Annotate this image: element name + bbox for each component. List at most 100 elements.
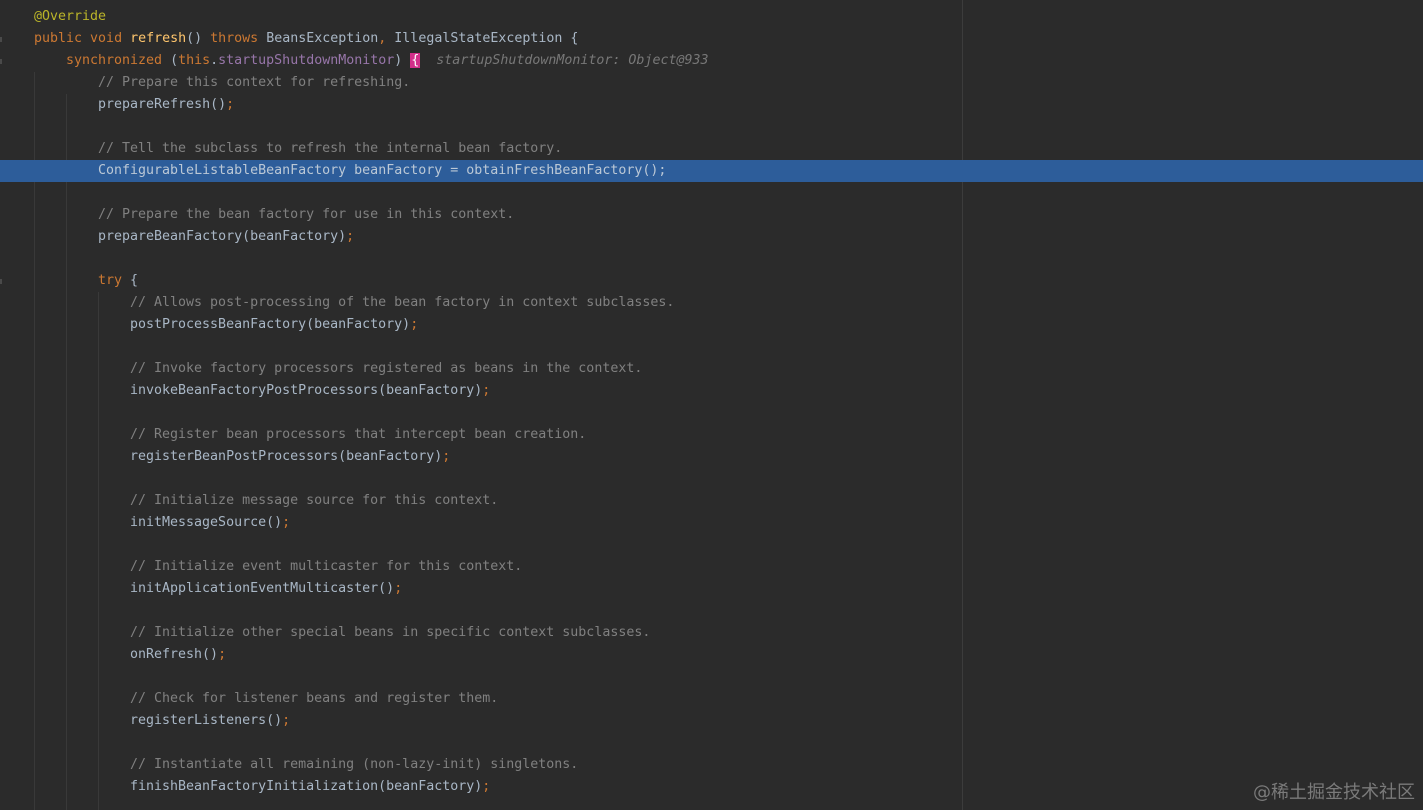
code-token: (	[170, 53, 179, 68]
code-text: try {	[98, 270, 138, 292]
code-token: try	[98, 273, 131, 288]
code-line[interactable]: // Initialize message source for this co…	[0, 490, 1423, 512]
code-token: synchronized	[66, 53, 171, 68]
code-token: .	[210, 53, 219, 68]
code-text: // Prepare this context for refreshing.	[98, 72, 410, 94]
code-token: ;	[282, 713, 291, 728]
code-token: // Prepare the bean factory for use in t…	[98, 207, 515, 222]
code-token: )	[394, 53, 411, 68]
code-line[interactable]: prepareRefresh();	[0, 94, 1423, 116]
code-text: initMessageSource();	[130, 512, 290, 534]
code-token: ;	[394, 581, 403, 596]
code-token: IllegalStateException {	[394, 31, 579, 46]
code-token: onRefresh()	[130, 647, 219, 662]
code-editor[interactable]: @Override public void refresh() throws Be…	[0, 0, 1423, 810]
code-token: this	[178, 53, 211, 68]
code-line[interactable]: // Tell the subclass to refresh the inte…	[0, 138, 1423, 160]
code-line[interactable]	[0, 468, 1423, 490]
code-text: @Override	[34, 6, 106, 28]
code-text: // Instantiate all remaining (non-lazy-i…	[130, 754, 578, 776]
code-token: // Tell the subclass to refresh the inte…	[98, 141, 563, 156]
code-text: // Initialize other special beans in spe…	[130, 622, 650, 644]
code-line[interactable]: registerBeanPostProcessors(beanFactory);	[0, 446, 1423, 468]
code-token: prepareRefresh()	[98, 97, 227, 112]
code-line[interactable]	[0, 534, 1423, 556]
code-text: registerListeners();	[130, 710, 290, 732]
code-text: initApplicationEventMulticaster();	[130, 578, 402, 600]
code-token: refresh	[130, 31, 187, 46]
code-line[interactable]: initMessageSource();	[0, 512, 1423, 534]
code-token: ;	[482, 779, 491, 794]
code-text: // Prepare the bean factory for use in t…	[98, 204, 514, 226]
code-token: ;	[410, 317, 419, 332]
code-text: // Initialize event multicaster for this…	[130, 556, 522, 578]
code-line[interactable]: registerListeners();	[0, 710, 1423, 732]
code-token: // Prepare this context for refreshing.	[98, 75, 411, 90]
code-line[interactable]: // Initialize event multicaster for this…	[0, 556, 1423, 578]
code-line[interactable]: // Initialize other special beans in spe…	[0, 622, 1423, 644]
code-line[interactable]	[0, 402, 1423, 424]
code-line[interactable]	[0, 116, 1423, 138]
code-token: // Instantiate all remaining (non-lazy-i…	[130, 757, 579, 772]
code-line-current-execution[interactable]: ConfigurableListableBeanFactory beanFact…	[0, 160, 1423, 182]
code-line[interactable]: // Allows post-processing of the bean fa…	[0, 292, 1423, 314]
code-token: postProcessBeanFactory(beanFactory)	[130, 317, 411, 332]
code-token: throws	[210, 31, 267, 46]
code-line[interactable]: // Check for listener beans and register…	[0, 688, 1423, 710]
code-line[interactable]: initApplicationEventMulticaster();	[0, 578, 1423, 600]
code-token: BeansException	[266, 31, 379, 46]
code-line[interactable]	[0, 248, 1423, 270]
code-text: public void refresh() throws BeansExcept…	[34, 28, 578, 50]
code-token: startupShutdownMonitor	[218, 53, 395, 68]
code-line[interactable]: // Prepare the bean factory for use in t…	[0, 204, 1423, 226]
code-text: // Initialize message source for this co…	[130, 490, 498, 512]
code-token: ,	[378, 31, 395, 46]
code-token: ;	[226, 97, 235, 112]
code-line[interactable]: synchronized (this.startupShutdownMonito…	[0, 50, 1423, 72]
code-line[interactable]	[0, 666, 1423, 688]
code-token: @Override	[34, 9, 107, 24]
code-line[interactable]	[0, 732, 1423, 754]
code-text: invokeBeanFactoryPostProcessors(beanFact…	[130, 380, 490, 402]
code-token: finishBeanFactoryInitialization(beanFact…	[130, 779, 483, 794]
code-token: ;	[282, 515, 291, 530]
watermark: @稀土掘金技术社区	[1253, 782, 1415, 803]
code-line[interactable]: // Register bean processors that interce…	[0, 424, 1423, 446]
code-token: ;	[482, 383, 491, 398]
code-text: prepareRefresh();	[98, 94, 234, 116]
code-line[interactable]	[0, 336, 1423, 358]
code-line[interactable]: prepareBeanFactory(beanFactory);	[0, 226, 1423, 248]
code-token: ConfigurableListableBeanFactory beanFact…	[98, 163, 659, 178]
code-token: registerBeanPostProcessors(beanFactory)	[130, 449, 443, 464]
code-line[interactable]: postProcessBeanFactory(beanFactory);	[0, 314, 1423, 336]
code-token: // Initialize other special beans in spe…	[130, 625, 651, 640]
code-token: ()	[186, 31, 211, 46]
code-text: // Tell the subclass to refresh the inte…	[98, 138, 562, 160]
code-token: invokeBeanFactoryPostProcessors(beanFact…	[130, 383, 483, 398]
code-line[interactable]: try {	[0, 270, 1423, 292]
code-text: // Check for listener beans and register…	[130, 688, 498, 710]
code-token: ;	[218, 647, 227, 662]
code-line[interactable]: // Prepare this context for refreshing.	[0, 72, 1423, 94]
code-line[interactable]	[0, 182, 1423, 204]
code-token: initApplicationEventMulticaster()	[130, 581, 395, 596]
code-token: // Register bean processors that interce…	[130, 427, 587, 442]
code-token: // Initialize message source for this co…	[130, 493, 499, 508]
code-token: ;	[346, 229, 355, 244]
code-text: synchronized (this.startupShutdownMonito…	[66, 50, 708, 72]
code-line[interactable]: public void refresh() throws BeansExcept…	[0, 28, 1423, 50]
code-line[interactable]: invokeBeanFactoryPostProcessors(beanFact…	[0, 380, 1423, 402]
code-token: initMessageSource()	[130, 515, 283, 530]
code-token: public	[34, 31, 91, 46]
code-text: postProcessBeanFactory(beanFactory);	[130, 314, 418, 336]
code-line[interactable]	[0, 600, 1423, 622]
code-line[interactable]: @Override	[0, 6, 1423, 28]
code-token: // Invoke factory processors registered …	[130, 361, 643, 376]
code-line[interactable]: // Instantiate all remaining (non-lazy-i…	[0, 754, 1423, 776]
code-line[interactable]: // Invoke factory processors registered …	[0, 358, 1423, 380]
code-line[interactable]: onRefresh();	[0, 644, 1423, 666]
code-token: prepareBeanFactory(beanFactory)	[98, 229, 347, 244]
code-token: // Allows post-processing of the bean fa…	[130, 295, 675, 310]
code-line[interactable]: finishBeanFactoryInitialization(beanFact…	[0, 776, 1423, 798]
code-text: // Register bean processors that interce…	[130, 424, 586, 446]
